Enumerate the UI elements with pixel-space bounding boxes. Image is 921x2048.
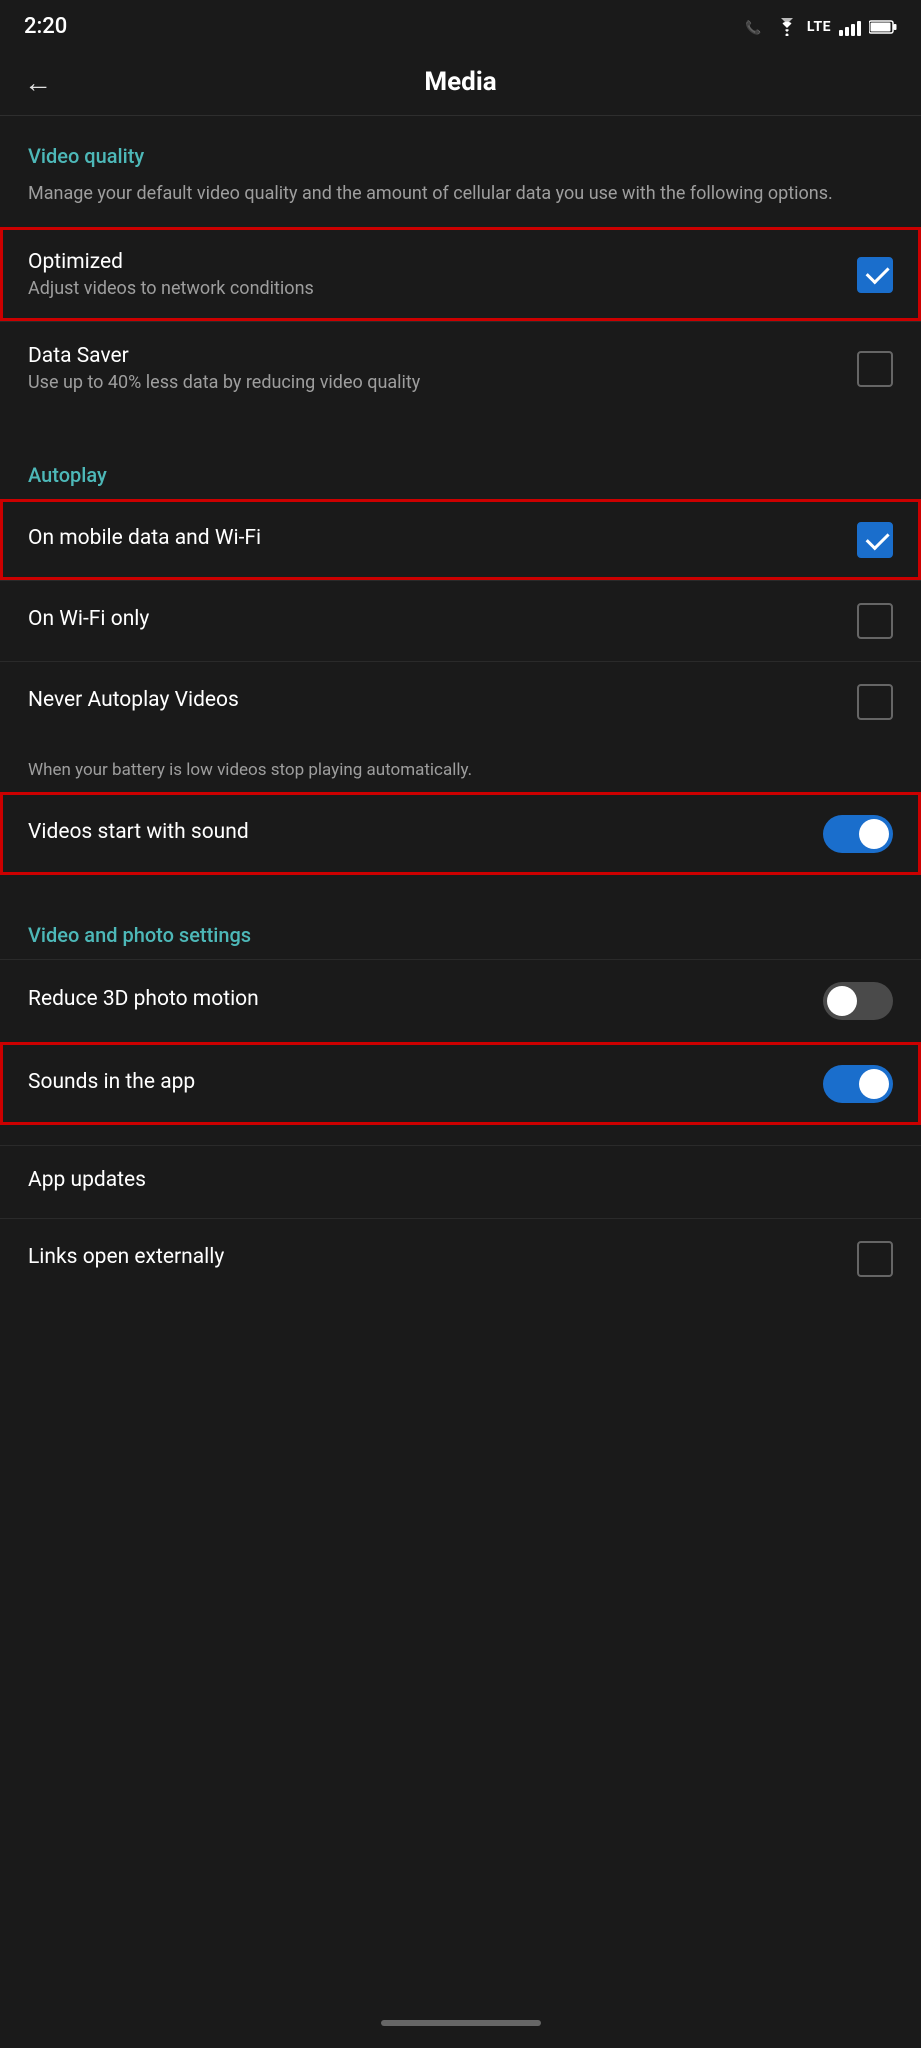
links-external-checkbox[interactable] [857, 1241, 893, 1277]
optimized-subtitle: Adjust videos to network conditions [28, 278, 857, 299]
links-external-title: Links open externally [28, 1245, 857, 1269]
wifi-only-title: On Wi-Fi only [28, 607, 857, 631]
phone-icon: 📞 [745, 18, 767, 36]
mobile-wifi-title: On mobile data and Wi-Fi [28, 526, 857, 550]
reduce-3d-title: Reduce 3D photo motion [28, 987, 823, 1011]
mobile-wifi-checkbox[interactable] [857, 522, 893, 558]
links-external-item[interactable]: Links open externally [0, 1218, 921, 1299]
autoplay-note: When your battery is low videos stop pla… [0, 742, 921, 792]
app-updates-item[interactable]: App updates [0, 1145, 921, 1218]
status-time: 2:20 [24, 14, 67, 39]
wifi-only-checkbox[interactable] [857, 603, 893, 639]
video-photo-section: Video and photo settings Reduce 3D photo… [0, 895, 921, 1125]
mobile-wifi-item[interactable]: On mobile data and Wi-Fi [0, 499, 921, 580]
toggle-knob [859, 819, 889, 849]
video-quality-section: Video quality Manage your default video … [0, 116, 921, 415]
reduce-3d-toggle[interactable] [823, 982, 893, 1020]
wifi-only-item[interactable]: On Wi-Fi only [0, 580, 921, 661]
videos-start-sound-toggle[interactable] [823, 815, 893, 853]
reduce-3d-toggle-knob [827, 986, 857, 1016]
never-autoplay-title: Never Autoplay Videos [28, 688, 857, 712]
header: ← Media [0, 49, 921, 116]
sounds-app-toggle-knob [859, 1069, 889, 1099]
back-button[interactable]: ← [24, 66, 52, 99]
video-quality-header: Video quality [0, 116, 921, 180]
wifi-icon [775, 18, 799, 36]
optimized-title: Optimized [28, 250, 857, 274]
autoplay-header: Autoplay [0, 435, 921, 499]
data-saver-item[interactable]: Data Saver Use up to 40% less data by re… [0, 321, 921, 415]
sounds-app-item[interactable]: Sounds in the app [0, 1042, 921, 1125]
settings-content: Video quality Manage your default video … [0, 116, 921, 1299]
app-updates-title: App updates [28, 1168, 893, 1192]
bottom-bar [0, 1998, 921, 2048]
optimized-item[interactable]: Optimized Adjust videos to network condi… [0, 227, 921, 321]
video-quality-description: Manage your default video quality and th… [0, 180, 921, 227]
svg-text:📞: 📞 [745, 19, 762, 36]
signal-bars-icon [839, 18, 861, 36]
videos-start-sound-item[interactable]: Videos start with sound [0, 792, 921, 875]
never-autoplay-checkbox[interactable] [857, 684, 893, 720]
optimized-checkbox[interactable] [857, 257, 893, 293]
video-photo-header: Video and photo settings [0, 895, 921, 959]
autoplay-section: Autoplay On mobile data and Wi-Fi On Wi-… [0, 435, 921, 875]
home-indicator [381, 2020, 541, 2026]
status-icons: 📞 LTE [745, 18, 897, 36]
reduce-3d-item[interactable]: Reduce 3D photo motion [0, 959, 921, 1042]
data-saver-title: Data Saver [28, 344, 857, 368]
sounds-app-toggle[interactable] [823, 1065, 893, 1103]
data-saver-checkbox[interactable] [857, 351, 893, 387]
data-saver-subtitle: Use up to 40% less data by reducing vide… [28, 372, 857, 393]
battery-icon [869, 19, 897, 35]
lte-badge: LTE [807, 19, 831, 35]
sounds-app-title: Sounds in the app [28, 1070, 823, 1094]
never-autoplay-item[interactable]: Never Autoplay Videos [0, 661, 921, 742]
other-section: App updates Links open externally [0, 1145, 921, 1299]
videos-start-sound-title: Videos start with sound [28, 820, 823, 844]
status-bar: 2:20 📞 LTE [0, 0, 921, 49]
page-title: Media [424, 67, 496, 97]
